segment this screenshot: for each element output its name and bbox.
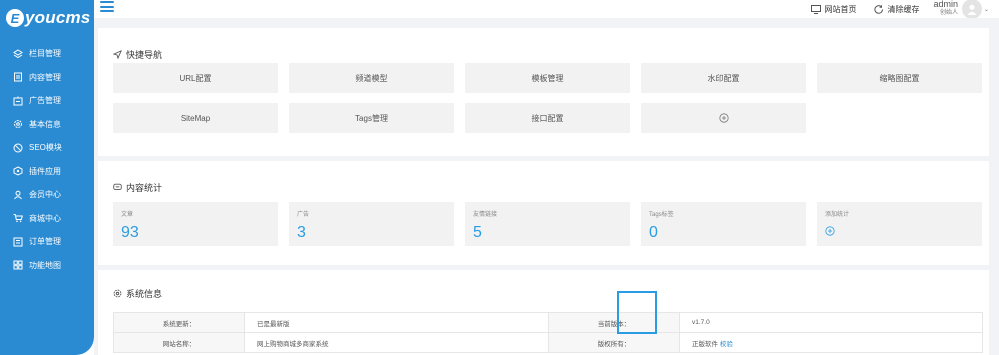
sidebar-item-label: 内容管理 xyxy=(29,72,61,82)
logo-badge: E xyxy=(6,9,24,27)
quick-nav-add-button[interactable] xyxy=(641,103,806,133)
cart-icon xyxy=(12,212,24,224)
sidebar-item-basic-info[interactable]: 基本信息 xyxy=(0,113,94,137)
sidebar-item-label: 订单管理 xyxy=(29,237,61,247)
topbar: 网站首页 清除缓存 admin 创始人 ⌄ xyxy=(94,0,999,19)
quick-nav-channel-model[interactable]: 频道模型 xyxy=(289,63,454,93)
stat-label: 文章 xyxy=(121,212,134,218)
table-cell-label: 当前版本： xyxy=(548,312,680,333)
stat-tags[interactable]: Tags标签 0 xyxy=(641,202,806,246)
sidebar-item-seo[interactable]: SEO模块 xyxy=(0,136,94,160)
stat-value: 5 xyxy=(473,224,482,241)
quick-nav-panel: 快捷导航 URL配置 频道模型 模板管理 水印配置 缩略图配置 SiteMap … xyxy=(98,28,989,156)
admin-menu[interactable]: admin 创始人 ⌄ xyxy=(933,0,989,19)
highlight-box xyxy=(617,291,657,334)
table-row: 系统更新： 已是最新版 当前版本： v1.7.0 xyxy=(113,312,983,333)
chat-icon xyxy=(113,183,122,191)
menu-toggle-icon[interactable] xyxy=(100,1,114,13)
stat-friend-links[interactable]: 友情链接 5 xyxy=(465,202,630,246)
main-content: 快捷导航 URL配置 频道模型 模板管理 水印配置 缩略图配置 SiteMap … xyxy=(94,18,999,355)
stat-label: 友情链接 xyxy=(473,212,498,218)
sidebar-item-orders[interactable]: 订单管理 xyxy=(0,230,94,254)
system-info-table: 系统更新： 已是最新版 当前版本： v1.7.0 网站名称： 网上购物商城多商家… xyxy=(113,312,983,353)
layers-icon xyxy=(12,48,24,60)
sidebar-item-content[interactable]: 内容管理 xyxy=(0,66,94,90)
table-cell-value: v1.7.0 xyxy=(679,312,983,333)
sidebar: E youcms 栏目管理 内容管理 广告管理 基本信息 SEO模块 插件应用 xyxy=(0,0,94,355)
admin-name: admin xyxy=(933,0,958,9)
clear-cache-label: 清除缓存 xyxy=(887,4,920,14)
send-icon xyxy=(113,50,122,59)
sidebar-item-label: 栏目管理 xyxy=(29,49,61,59)
stat-articles[interactable]: 文章 93 xyxy=(113,202,278,246)
seo-icon xyxy=(12,142,24,154)
refresh-icon xyxy=(874,4,884,14)
sidebar-item-label: 商城中心 xyxy=(29,213,61,223)
plus-circle-icon xyxy=(825,226,835,236)
clear-cache-link[interactable]: 清除缓存 xyxy=(874,4,919,15)
table-cell-value: 正版软件 校验 xyxy=(679,332,983,353)
quick-nav-watermark[interactable]: 水印配置 xyxy=(641,63,806,93)
content-stats-panel: 内容统计 文章 93 广告 3 友情链接 5 Tags标签 0 添加统计 xyxy=(98,161,989,265)
stat-value: 93 xyxy=(121,224,139,241)
quick-nav-api-config[interactable]: 接口配置 xyxy=(465,103,630,133)
monitor-icon xyxy=(811,4,822,14)
quick-nav-template[interactable]: 模板管理 xyxy=(465,63,630,93)
stat-label: Tags标签 xyxy=(649,212,674,218)
site-home-label: 网站首页 xyxy=(824,4,857,14)
stat-label: 广告 xyxy=(297,212,310,218)
table-cell-value: 网上购物商城多商家系统 xyxy=(244,332,549,353)
sidebar-item-label: 功能地图 xyxy=(29,260,61,270)
sidebar-item-label: SEO模块 xyxy=(29,143,62,153)
system-info-panel: 系统信息 系统更新： 已是最新版 当前版本： v1.7.0 网站名称： 网上购物… xyxy=(98,270,989,355)
admin-role: 创始人 xyxy=(939,10,958,16)
sidebar-item-label: 插件应用 xyxy=(29,166,61,176)
table-cell-label: 版权所有： xyxy=(548,332,680,353)
content-stats-title: 内容统计 xyxy=(126,183,163,193)
sidebar-item-shop[interactable]: 商城中心 xyxy=(0,207,94,231)
table-cell-value: 已是最新版 xyxy=(244,312,549,333)
ad-icon xyxy=(12,95,24,107)
verify-link[interactable]: 校验 xyxy=(720,341,733,348)
quick-nav-url-config[interactable]: URL配置 xyxy=(113,63,278,93)
sidebar-item-label: 基本信息 xyxy=(29,119,61,129)
document-icon xyxy=(12,71,24,83)
stat-add-button[interactable]: 添加统计 xyxy=(817,202,982,246)
sidebar-item-ads[interactable]: 广告管理 xyxy=(0,89,94,113)
quick-nav-title: 快捷导航 xyxy=(126,50,163,60)
system-info-title: 系统信息 xyxy=(126,289,163,299)
copyright-text: 正版软件 xyxy=(692,340,718,348)
stat-value: 3 xyxy=(297,224,306,241)
site-home-link[interactable]: 网站首页 xyxy=(811,4,856,15)
gear-icon xyxy=(113,289,122,298)
top-actions: 网站首页 清除缓存 admin 创始人 ⌄ xyxy=(793,0,989,19)
user-icon xyxy=(12,189,24,201)
sidebar-item-function-map[interactable]: 功能地图 xyxy=(0,254,94,278)
grid-icon xyxy=(12,259,24,271)
sidebar-item-plugins[interactable]: 插件应用 xyxy=(0,160,94,184)
user-avatar-icon xyxy=(967,4,977,15)
gear-icon xyxy=(12,118,24,130)
sidebar-item-column[interactable]: 栏目管理 xyxy=(0,42,94,66)
sidebar-item-members[interactable]: 会员中心 xyxy=(0,183,94,207)
quick-nav-tags[interactable]: Tags管理 xyxy=(289,103,454,133)
stat-ads[interactable]: 广告 3 xyxy=(289,202,454,246)
sidebar-item-label: 会员中心 xyxy=(29,190,61,200)
table-cell-label: 网站名称： xyxy=(113,332,245,353)
stat-value: 0 xyxy=(649,224,658,241)
quick-nav-thumbnail[interactable]: 缩略图配置 xyxy=(817,63,982,93)
table-cell-label: 系统更新： xyxy=(113,312,245,333)
stat-label: 添加统计 xyxy=(825,212,850,218)
chevron-down-icon: ⌄ xyxy=(983,6,989,13)
order-icon xyxy=(12,236,24,248)
quick-nav-sitemap[interactable]: SiteMap xyxy=(113,103,278,133)
logo-text: youcms xyxy=(25,8,91,27)
sidebar-item-label: 广告管理 xyxy=(29,96,61,106)
avatar[interactable] xyxy=(961,0,982,19)
sidebar-menu: 栏目管理 内容管理 广告管理 基本信息 SEO模块 插件应用 会员中心 商城中心… xyxy=(0,42,94,277)
plus-circle-icon xyxy=(718,113,729,123)
table-row: 网站名称： 网上购物商城多商家系统 版权所有： 正版软件 校验 xyxy=(113,332,983,353)
plugin-icon xyxy=(12,165,24,177)
logo[interactable]: E youcms xyxy=(0,0,94,36)
